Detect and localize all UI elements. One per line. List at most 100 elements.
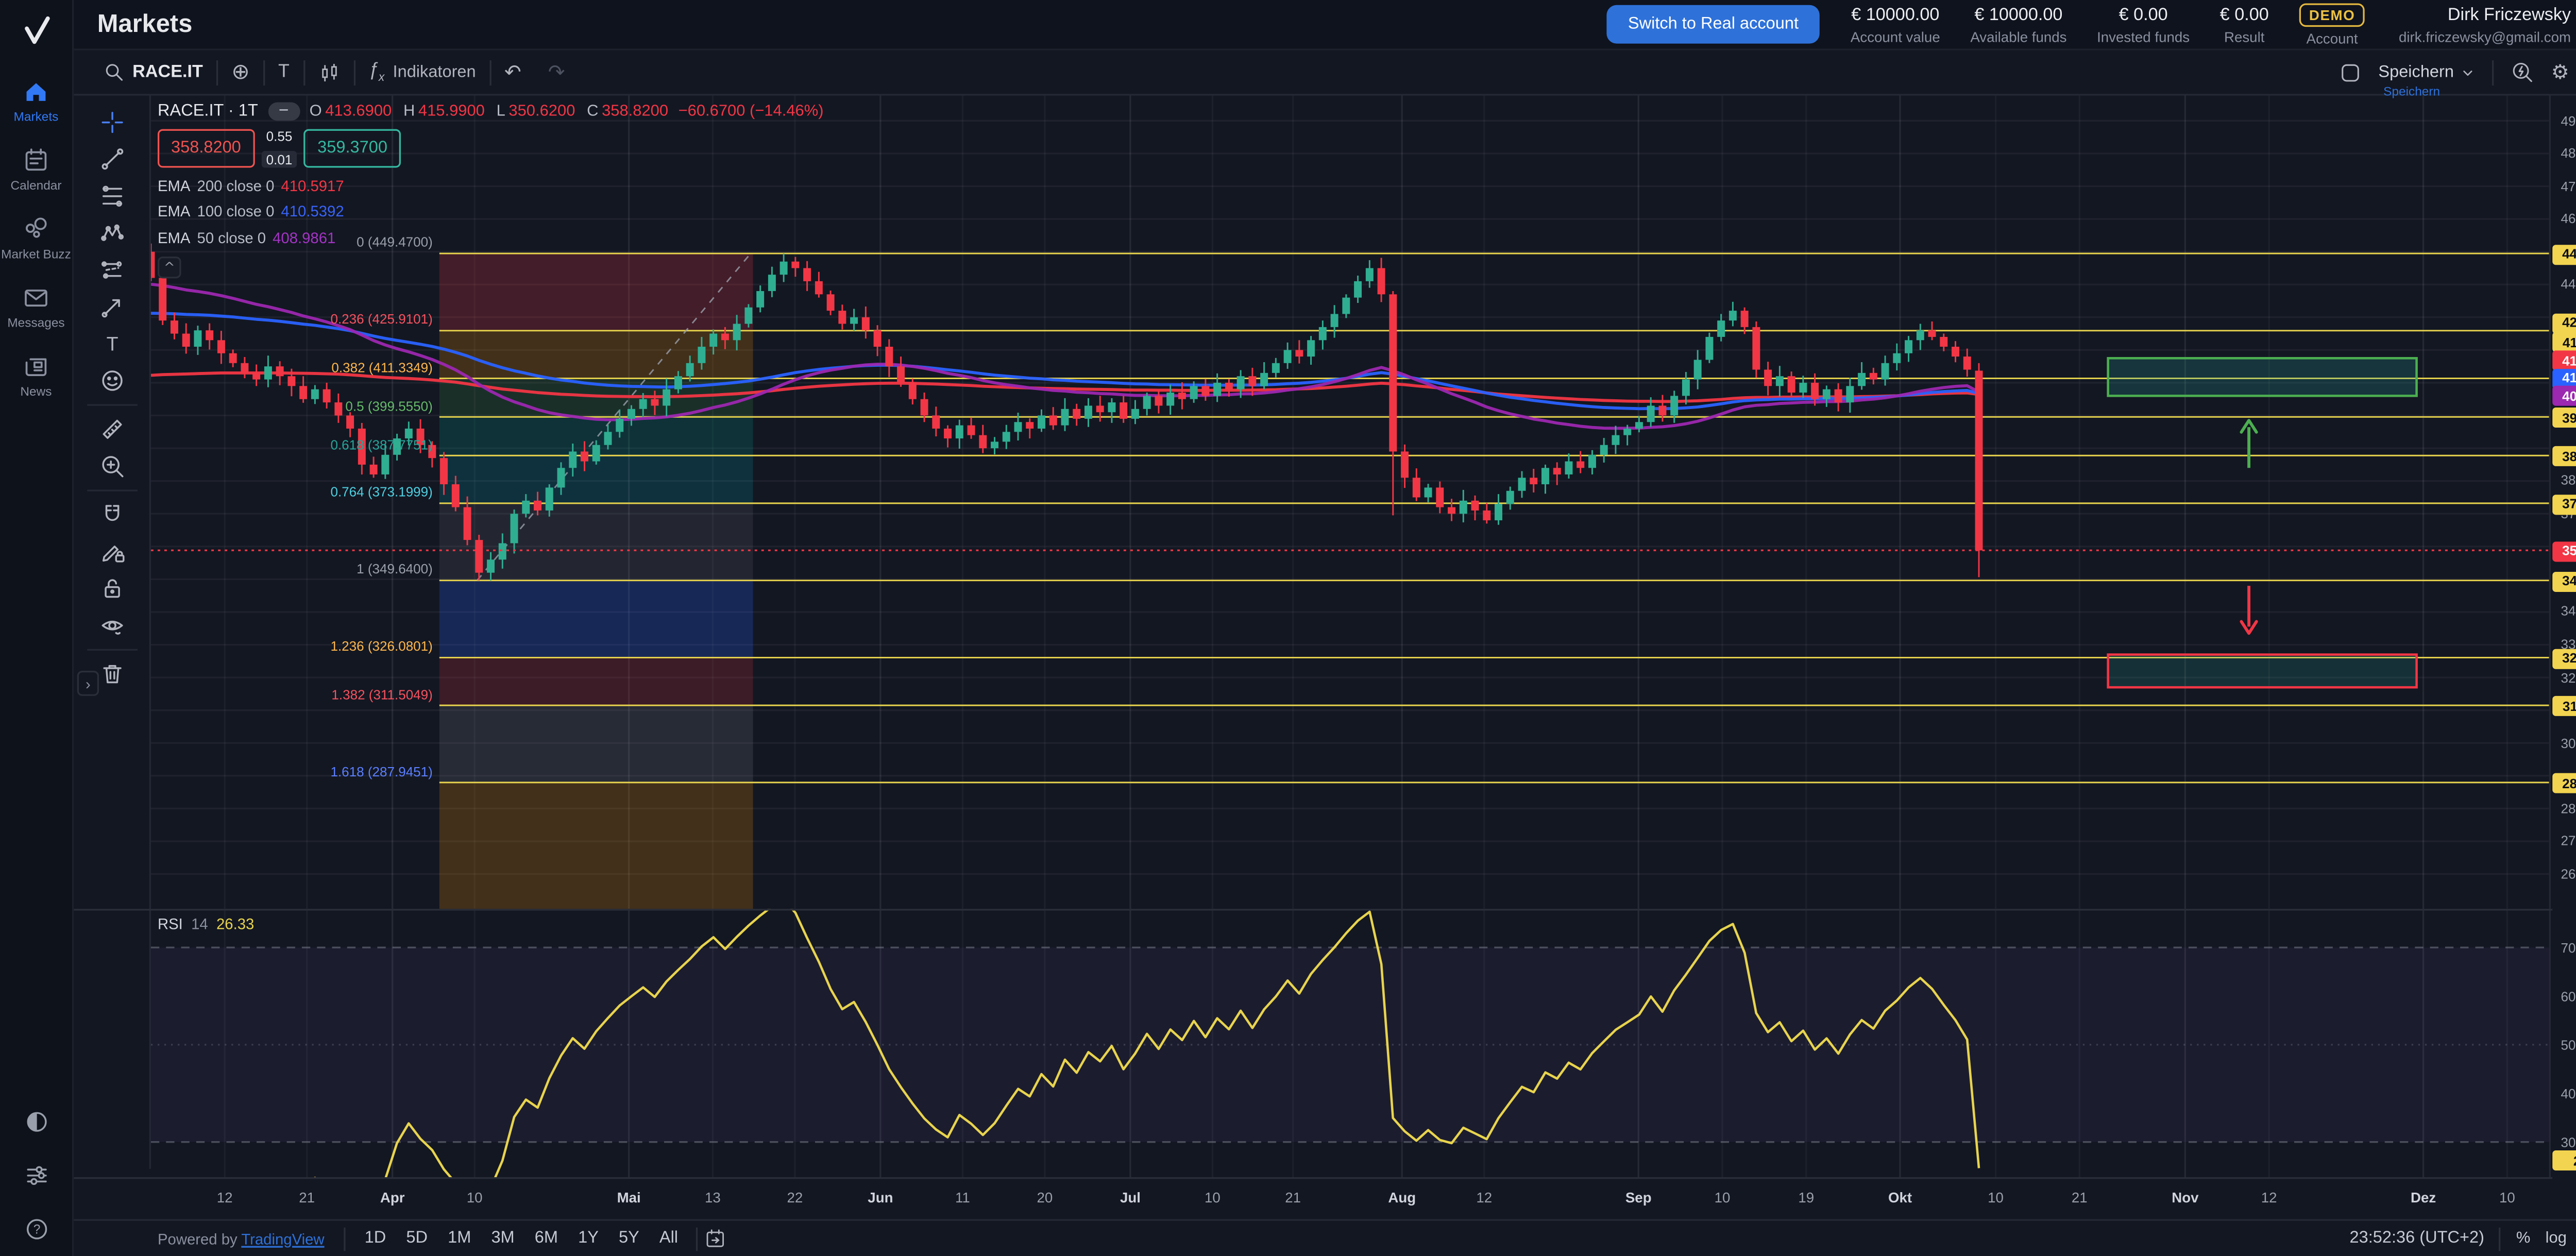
ohlc-value: 350.6200 [509,103,575,121]
sidebar-item-messages[interactable]: Messages [0,274,73,342]
sidebar-item-news[interactable]: News [0,342,73,411]
price-badge-425.9101: 425.9101 [2552,313,2576,333]
go-to-date-icon[interactable] [705,1228,726,1249]
range-button-1y[interactable]: 1Y [570,1226,607,1251]
range-button-6m[interactable]: 6M [526,1226,566,1251]
ema-legend-row[interactable]: EMA200 close 0410.5917 [158,177,824,194]
metric-value: € 10000.00 [1974,4,2062,24]
metric-label: Result [2224,28,2264,45]
account-type-label: Account [2307,29,2358,46]
zoom-in-icon[interactable] [87,448,137,485]
time-tick-Nov: Nov [2172,1189,2198,1206]
short-projection-box [2108,655,2417,688]
settings-gear-icon[interactable]: ⚙ [2551,60,2569,84]
price-badge-326.0801: 326.0801 [2552,649,2576,669]
sidebar-item-calendar[interactable]: Calendar [0,136,73,205]
fib-retracement-icon[interactable] [87,178,137,215]
arrow-icon[interactable] [87,288,137,326]
magnet-icon[interactable] [87,497,137,534]
emoji-icon[interactable] [87,362,137,399]
price-axis[interactable]: 490.0000480.0000470.0000460.0000440.0000… [2549,96,2576,1178]
expand-panel-handle[interactable]: › [77,671,99,696]
fx-icon: ƒx [368,60,384,84]
chart-type-candles-icon[interactable] [304,61,353,83]
range-button-1m[interactable]: 1M [439,1226,480,1251]
ema-legend-row[interactable]: EMA100 close 0410.5392 [158,203,824,220]
compare-add-icon[interactable]: ⊕ [218,60,263,85]
range-button-all[interactable]: All [651,1226,687,1251]
chart-area[interactable]: RACE.IT · 1T − O413.6900H415.9900L350.62… [151,96,2549,1178]
crosshair-icon[interactable] [87,104,137,141]
tradingview-link[interactable]: TradingView [241,1230,324,1247]
projection-icon[interactable] [87,251,137,288]
fib-level-label: 0.5 (399.5550) [345,398,432,413]
switch-to-real-account-button[interactable]: Switch to Real account [1606,5,1821,44]
envelope-icon [22,283,50,312]
user-email: dirk.friczewsky@gmail.com [2399,28,2571,45]
time-tick-Jul: Jul [1120,1189,1141,1206]
price-axis-label: 270.0000 [2551,834,2576,848]
range-button-3m[interactable]: 3M [483,1226,523,1251]
scale-button-%[interactable]: % [2516,1229,2531,1248]
pattern-icon[interactable] [87,215,137,252]
bid-ask-widget[interactable]: 358.8200 0.55 0.01 359.3700 [158,129,824,168]
page-title: Markets [97,10,193,39]
range-buttons: 1D5D1M3M6M1Y5YAll [346,1226,697,1251]
lock-icon[interactable] [87,570,137,607]
price-badge-373.1999: 373.1999 [2552,494,2576,514]
ask-button[interactable]: 359.3700 [304,129,401,168]
metric-value: € 10000.00 [1851,4,1939,24]
text-icon[interactable]: T [87,325,137,362]
legend-collapse-pill[interactable]: − [268,103,299,121]
theme-icon[interactable] [23,1109,49,1135]
quick-search-icon[interactable] [2511,60,2535,84]
metric-available-funds: € 10000.00Available funds [1970,4,2066,44]
range-button-1d[interactable]: 1D [356,1226,394,1251]
fib-level-label: 0.764 (373.1999) [330,485,432,500]
ema-legend-row[interactable]: EMA50 close 0408.9861 [158,229,824,246]
indicators-button[interactable]: ƒx Indikatoren [355,60,489,84]
range-button-5y[interactable]: 5Y [611,1226,648,1251]
legend-symbol[interactable]: RACE.IT · 1T [158,103,258,121]
trendline-icon[interactable] [87,141,137,178]
draw-lock-icon[interactable] [87,533,137,570]
time-tick-10: 10 [2499,1189,2515,1206]
price-axis-label: 280.0000 [2551,801,2576,816]
bid-button[interactable]: 358.8200 [158,129,255,168]
help-icon[interactable]: ? [23,1216,49,1243]
broker-logo-icon[interactable] [18,13,55,50]
time-tick-13: 13 [705,1189,721,1206]
drawing-toolbar: T [74,96,151,1169]
rsi-pane [151,909,2549,1177]
fib-retracement [439,253,2549,909]
fib-level-label: 1.618 (287.9451) [330,764,432,779]
sidebar-item-markets[interactable]: Markets [0,67,73,135]
price-axis-label: 490.0000 [2551,113,2576,128]
eye-icon[interactable] [87,607,137,644]
undo-icon[interactable]: ↶ [491,60,535,84]
time-tick-19: 19 [1798,1189,1814,1206]
time-tick-10: 10 [467,1189,483,1206]
svg-text:?: ? [32,1223,40,1237]
session-clock[interactable]: 23:52:36 (UTC+2) [2349,1229,2484,1248]
legend-collapse-button[interactable]: ^ [158,256,181,277]
range-button-5d[interactable]: 5D [398,1226,436,1251]
user-info[interactable]: Dirk Friczewsky dirk.friczewsky@gmail.co… [2399,4,2571,44]
user-name: Dirk Friczewsky [2448,4,2571,24]
price-axis-label: 260.0000 [2551,867,2576,881]
time-tick-Okt: Okt [1888,1189,1912,1206]
toolbar-divider [87,649,137,651]
save-button[interactable]: Speichern Speichern [2378,63,2476,81]
layout-checkbox-icon[interactable] [2340,61,2362,83]
ruler-icon[interactable] [87,411,137,448]
scale-button-log[interactable]: log [2546,1229,2567,1248]
time-axis[interactable]: 1221Apr10Mai1322Jun1120Jul1021Aug12Sep10… [151,1177,2576,1219]
symbol-search[interactable]: RACE.IT [91,62,216,82]
rsi-legend[interactable]: RSI 14 26.33 [158,915,254,932]
sidebar-item-market-buzz[interactable]: Market Buzz [0,205,73,273]
sliders-icon[interactable] [23,1162,49,1189]
pane-separator[interactable] [74,909,2552,910]
text-interval-button[interactable]: T [265,62,303,82]
ohlc-key: L [497,103,505,121]
redo-icon[interactable]: ↷ [535,60,579,84]
